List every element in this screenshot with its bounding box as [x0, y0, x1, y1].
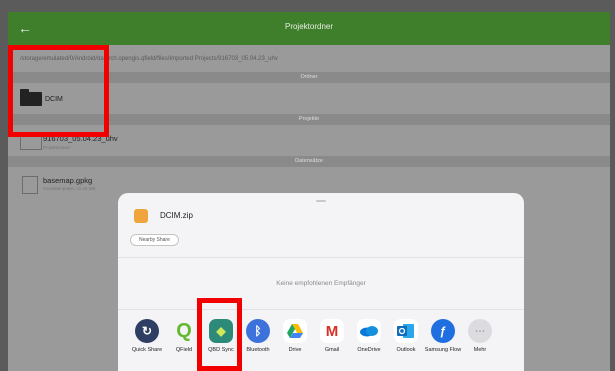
share-app-drive[interactable]: Drive	[276, 319, 314, 353]
dataset-file-icon	[22, 176, 38, 194]
quick-share-icon: ↻	[135, 319, 159, 343]
share-app-gmail[interactable]: M Gmail	[313, 319, 351, 353]
share-app-label: OneDrive	[357, 347, 381, 353]
no-recommendations-text: Keine empfohlenen Empfänger	[276, 280, 366, 287]
outlook-icon	[394, 319, 418, 343]
share-app-label: Drive	[288, 347, 302, 353]
share-app-label: Mehr	[473, 347, 487, 353]
qfield-icon: Q	[176, 319, 192, 342]
drive-icon	[283, 319, 307, 343]
highlight-box-dcim	[8, 45, 109, 137]
onedrive-icon	[357, 319, 381, 343]
bluetooth-icon: ᛒ	[246, 319, 270, 343]
divider	[118, 257, 524, 258]
app-bar: ← Projektordner	[8, 12, 610, 45]
share-app-label: Quick Share	[131, 347, 163, 353]
section-header-datasets: Datensätze	[8, 156, 610, 167]
nearby-share-button[interactable]: Nearby Share	[130, 234, 179, 246]
share-app-outlook[interactable]: Outlook	[387, 319, 425, 353]
share-sheet: DCIM.zip Nearby Share Keine empfohlenen …	[118, 193, 524, 371]
dataset-subtitle: Geodatenpaket, 22.25 MB	[43, 186, 96, 191]
zip-file-icon	[134, 209, 148, 223]
dataset-row[interactable]	[8, 168, 610, 196]
share-file-name: DCIM.zip	[160, 211, 193, 220]
drag-handle[interactable]	[316, 200, 326, 202]
more-icon: ⋯	[468, 319, 492, 343]
share-app-onedrive[interactable]: OneDrive	[350, 319, 388, 353]
share-app-label: Outlook	[396, 347, 416, 353]
samsung-flow-icon: ƒ	[431, 319, 455, 343]
project-subtitle: Projektordner	[43, 145, 71, 150]
share-app-samsung-flow[interactable]: ƒ Samsung Flow	[424, 319, 462, 353]
share-app-label: Gmail	[324, 347, 340, 353]
share-app-bluetooth[interactable]: ᛒ Bluetooth	[239, 319, 277, 353]
screen: ← Projektordner /storage/emulated/0/Andr…	[0, 0, 615, 371]
page-title: Projektordner	[284, 22, 334, 31]
dataset-name: basemap.gpkg	[43, 176, 93, 185]
gmail-icon: M	[320, 319, 344, 343]
share-app-more[interactable]: ⋯ Mehr	[461, 319, 499, 353]
divider	[118, 309, 524, 310]
highlight-box-qbd-sync	[197, 298, 242, 371]
share-app-label: Samsung Flow	[424, 347, 462, 353]
share-app-quick-share[interactable]: ↻ Quick Share	[128, 319, 166, 353]
share-app-label: Bluetooth	[246, 347, 270, 353]
